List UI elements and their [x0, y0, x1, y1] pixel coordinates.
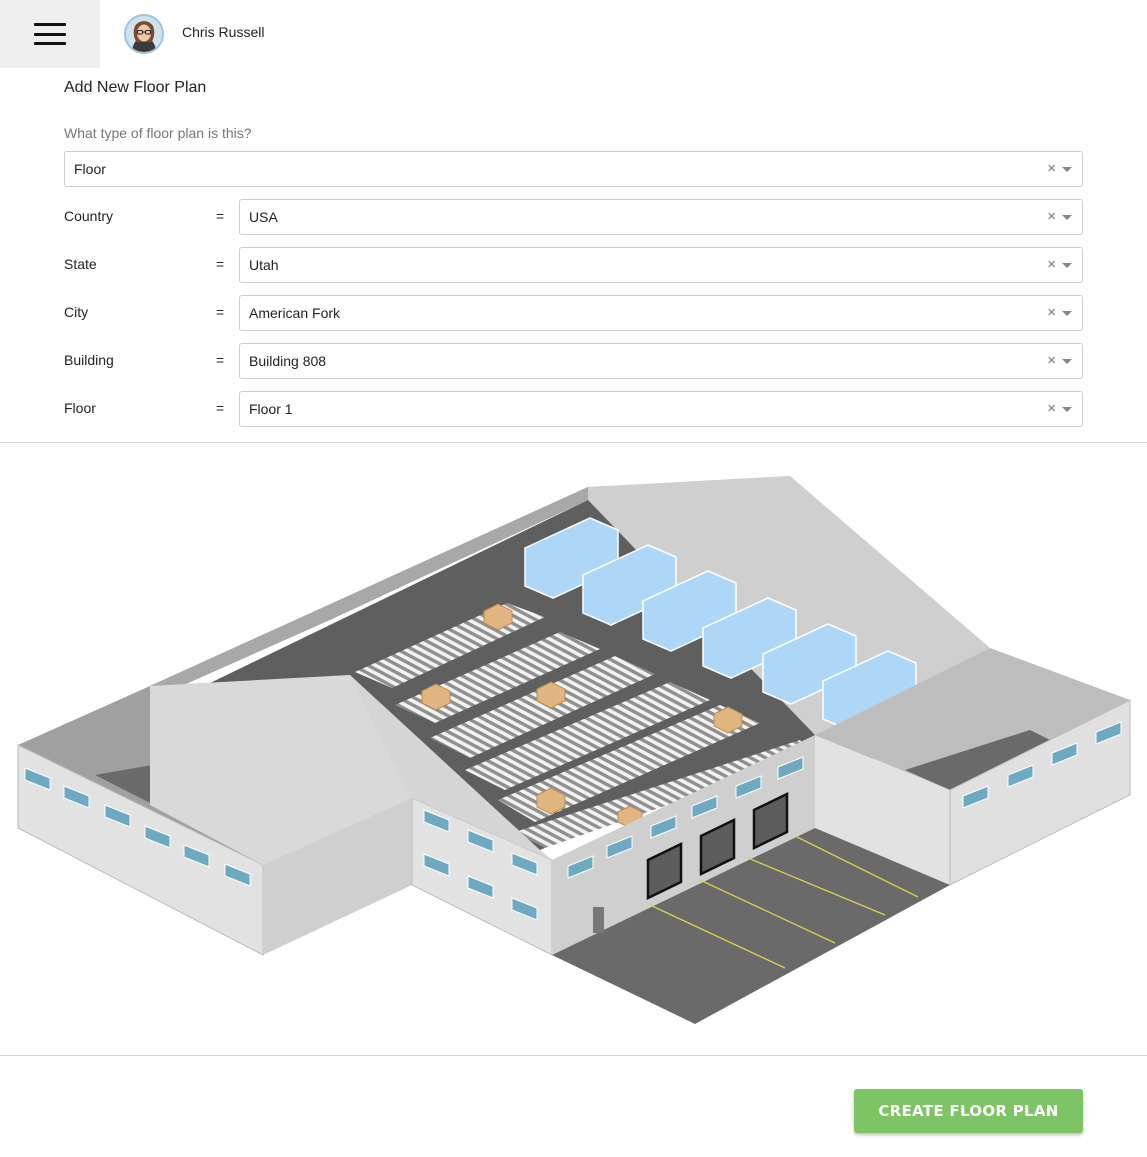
chevron-down-icon[interactable] [1062, 407, 1072, 412]
clear-icon[interactable]: × [1047, 209, 1056, 225]
city-select[interactable]: American Fork × [239, 295, 1083, 331]
country-value: USA [249, 209, 278, 225]
country-select[interactable]: USA × [239, 199, 1083, 235]
menu-button[interactable] [0, 0, 100, 68]
chevron-down-icon[interactable] [1062, 359, 1072, 364]
page-title: Add New Floor Plan [64, 79, 207, 96]
clear-icon[interactable]: × [1047, 353, 1056, 369]
country-label: Country [64, 208, 114, 224]
floor-value: Floor 1 [249, 401, 293, 417]
state-value: Utah [249, 257, 279, 273]
avatar[interactable] [124, 14, 164, 54]
country-operator: = [216, 208, 225, 224]
divider [0, 1055, 1147, 1056]
building-select[interactable]: Building 808 × [239, 343, 1083, 379]
chevron-down-icon[interactable] [1062, 311, 1072, 316]
state-select[interactable]: Utah × [239, 247, 1083, 283]
state-label: State [64, 256, 97, 272]
chevron-down-icon[interactable] [1062, 167, 1072, 172]
building-operator: = [216, 352, 225, 368]
clear-icon[interactable]: × [1047, 305, 1056, 321]
clear-icon[interactable]: × [1047, 161, 1056, 177]
state-operator: = [216, 256, 225, 272]
floor-label: Floor [64, 400, 96, 416]
building-label: Building [64, 352, 114, 368]
plan-type-question: What type of floor plan is this? [64, 125, 252, 141]
clear-icon[interactable]: × [1047, 257, 1056, 273]
building-value: Building 808 [249, 353, 327, 369]
top-bar: Chris Russell [0, 0, 1147, 68]
chevron-down-icon[interactable] [1062, 263, 1072, 268]
user-name[interactable]: Chris Russell [182, 24, 264, 40]
city-value: American Fork [249, 305, 341, 321]
door-icon [593, 907, 604, 933]
create-floor-plan-button[interactable]: CREATE FLOOR PLAN [854, 1089, 1083, 1133]
floor-select[interactable]: Floor 1 × [239, 391, 1083, 427]
divider [0, 442, 1147, 443]
hamburger-menu-icon [34, 23, 66, 45]
city-operator: = [216, 304, 225, 320]
clear-icon[interactable]: × [1047, 401, 1056, 417]
plan-type-value: Floor [74, 161, 106, 177]
city-label: City [64, 304, 89, 320]
warehouse-floor-plan-illustration [17, 476, 1131, 1024]
plan-type-select[interactable]: Floor × [64, 151, 1083, 187]
chevron-down-icon[interactable] [1062, 215, 1072, 220]
floor-operator: = [216, 400, 225, 416]
